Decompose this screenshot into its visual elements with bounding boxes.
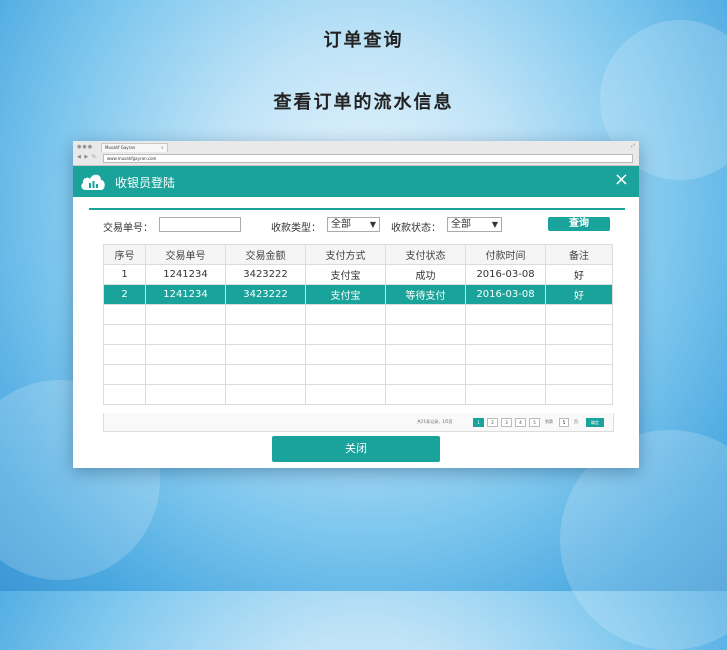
table-cell: 好 [545,264,613,285]
browser-tab[interactable]: Musahf Gayran × [101,143,168,152]
browser-window: ●●● Musahf Gayran × ◀ ▶ ↻ www.musahfgayr… [73,141,639,468]
close-icon[interactable]: × [614,170,629,190]
column-header[interactable]: 支付状态 [385,244,466,265]
empty-row [103,384,613,405]
pay-type-label: 收款类型： [271,223,321,234]
order-no-label: 交易单号： [103,223,153,234]
empty-row [103,324,613,345]
table-cell: 好 [545,284,613,305]
query-button[interactable]: 查询 [548,217,610,231]
header-divider [89,208,625,210]
pay-status-value: 全部 [451,219,471,230]
page-button[interactable]: 5 [529,418,540,427]
page-button[interactable]: 2 [487,418,498,427]
order-no-input[interactable] [159,217,241,232]
table-header-row: 序号 交易单号 交易金额 支付方式 支付状态 付款时间 备注 [103,244,613,265]
pay-type-select[interactable]: 全部 ▼ [327,217,380,232]
table-row-selected[interactable]: 2 1241234 3423222 支付宝 等待支付 2016-03-08 好 [103,284,613,305]
column-header[interactable]: 备注 [545,244,613,265]
page-button[interactable]: 1 [473,418,484,427]
column-header[interactable]: 序号 [103,244,146,265]
pay-type-value: 全部 [331,219,351,230]
filter-bar: 交易单号： 收款类型： 全部 ▼ 收款状态： 全部 ▼ 查询 [103,217,613,235]
page-button[interactable]: 3 [501,418,512,427]
dialog-title: 收银员登陆 [115,176,176,190]
table-cell: 1 [103,264,146,285]
table-cell: 3423222 [225,264,306,285]
pagination-info: 共21条记录，1/5页 [417,419,453,424]
table-cell: 等待支付 [385,284,466,305]
dialog-header: 收银员登陆 × [73,166,639,197]
column-header[interactable]: 交易金额 [225,244,306,265]
address-bar[interactable]: www.musahfgayran.com [103,154,633,163]
tab-close-icon[interactable]: × [161,144,164,152]
jump-page-input[interactable]: 5 [559,418,569,427]
column-header[interactable]: 付款时间 [465,244,546,265]
jump-confirm-button[interactable]: 确定 [586,418,604,427]
empty-row [103,344,613,365]
chevron-down-icon: ▼ [369,220,376,229]
table-cell: 2016-03-08 [465,264,546,285]
banner-subtitle: 查看订单的流水信息 [273,92,454,113]
window-controls-icon[interactable]: ●●● [77,144,93,150]
table-cell: 2016-03-08 [465,284,546,305]
pay-status-label: 收款状态： [391,223,441,234]
pagination: 共21条记录，1/5页 1 2 3 4 5 到第 5 页 确定 [103,413,614,432]
page-button[interactable]: 4 [515,418,526,427]
jump-suffix: 页 [574,419,578,424]
chevron-down-icon: ▼ [491,220,498,229]
browser-chrome: ●●● Musahf Gayran × ◀ ▶ ↻ www.musahfgayr… [73,141,639,166]
table-cell: 支付宝 [305,284,386,305]
column-header[interactable]: 支付方式 [305,244,386,265]
table-cell: 1241234 [145,284,226,305]
expand-icon[interactable]: ⤢ [631,143,635,149]
table-cell: 支付宝 [305,264,386,285]
close-button[interactable]: 关闭 [272,436,440,462]
jump-label: 到第 [545,419,553,424]
cloud-chart-icon [81,174,105,190]
table-row[interactable]: 1 1241234 3423222 支付宝 成功 2016-03-08 好 [103,264,613,285]
table-cell: 3423222 [225,284,306,305]
orders-table: 序号 交易单号 交易金额 支付方式 支付状态 付款时间 备注 1 1241234… [103,244,613,405]
banner-title: 订单查询 [323,30,404,51]
table-cell: 2 [103,284,146,305]
nav-arrows-icon[interactable]: ◀ ▶ ↻ [77,154,97,160]
empty-row [103,304,613,325]
table-cell: 成功 [385,264,466,285]
browser-tab-title: Musahf Gayran [105,145,136,150]
pay-status-select[interactable]: 全部 ▼ [447,217,502,232]
column-header[interactable]: 交易单号 [145,244,226,265]
table-cell: 1241234 [145,264,226,285]
empty-row [103,364,613,385]
